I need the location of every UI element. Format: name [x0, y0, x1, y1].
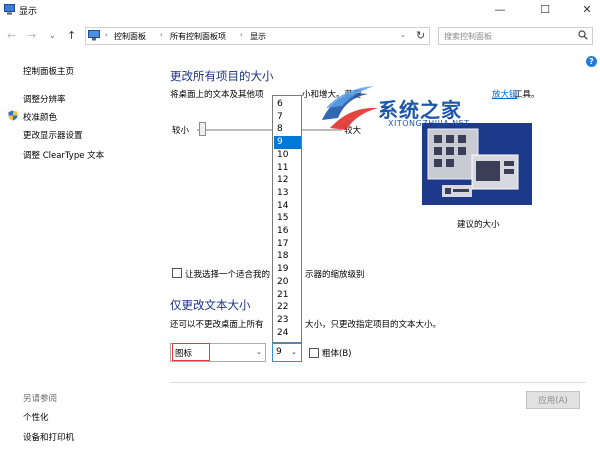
see-also-heading: 另请参阅 [23, 394, 58, 404]
watermark-subtext: XITONGZHIJIA.NET [388, 119, 470, 128]
minimize-button[interactable]: — [485, 0, 515, 20]
font-size-option[interactable]: 16 [274, 225, 301, 238]
font-size-option[interactable]: 10 [274, 149, 301, 162]
footer-divider [170, 382, 586, 383]
display-app-icon [4, 4, 15, 15]
breadcrumb-all-items[interactable]: 所有控制面板项 [170, 31, 226, 42]
custom-scaling-label-tail: 示器的缩放级别 [305, 270, 365, 280]
shield-icon [8, 110, 18, 121]
font-size-option[interactable]: 24 [274, 327, 301, 340]
font-size-option[interactable]: 22 [274, 301, 301, 314]
font-size-option[interactable]: 21 [274, 289, 301, 302]
bold-label: 粗体(B) [322, 349, 352, 359]
bold-checkbox[interactable] [309, 348, 319, 358]
text-size-description-tail: 大小，只更改指定项目的文本大小。 [305, 320, 442, 330]
font-size-option[interactable]: 9 [274, 136, 301, 149]
recent-locations-dropdown[interactable]: ⌄ [49, 31, 56, 40]
sidebar-item-devices-printers[interactable]: 设备和打印机 [23, 431, 74, 443]
font-size-option[interactable]: 11 [274, 162, 301, 175]
window-title: 显示 [19, 7, 38, 17]
size-slider-thumb[interactable] [199, 122, 206, 136]
breadcrumb-separator: › [160, 31, 163, 39]
text-size-description: 还可以不更改桌面上所有 [170, 320, 264, 330]
size-description: 将桌面上的文本及其他项 [170, 90, 264, 100]
sidebar-item-personalize[interactable]: 个性化 [23, 411, 49, 423]
chevron-down-icon[interactable]: ⌄ [256, 348, 262, 356]
search-placeholder: 搜索控制面板 [444, 32, 492, 41]
font-size-option[interactable]: 12 [274, 174, 301, 187]
maximize-button[interactable]: ☐ [530, 0, 560, 20]
search-icon[interactable] [578, 30, 588, 40]
sidebar-item-resolution[interactable]: 调整分辨率 [23, 93, 66, 105]
preview-label: 建议的大小 [457, 220, 500, 230]
refresh-icon[interactable]: ↻ [416, 29, 425, 42]
size-heading: 更改所有项目的大小 [170, 69, 274, 83]
font-size-dropdown-list[interactable]: 6 7 8 9 10 11 12 13 14 15 16 17 18 19 20 21 22 23 24 [272, 95, 302, 343]
font-size-option[interactable]: 6 [274, 98, 301, 111]
breadcrumb-control-panel[interactable]: 控制面板 [114, 31, 146, 42]
slider-small-label: 较小 [172, 126, 190, 136]
sidebar-item-calibrate[interactable]: 校准颜色 [23, 111, 57, 123]
font-size-option[interactable]: 14 [274, 200, 301, 213]
up-button[interactable]: ↑ [67, 29, 76, 42]
font-size-select-value: 9 [276, 347, 282, 357]
breadcrumb-separator: › [240, 31, 243, 39]
address-dropdown-icon[interactable]: ⌄ [400, 31, 406, 39]
custom-scaling-label: 让我选择一个适合我的 [185, 270, 271, 280]
font-size-option[interactable]: 7 [274, 111, 301, 124]
font-size-option[interactable]: 18 [274, 250, 301, 263]
watermark-logo [322, 86, 378, 130]
size-preview-image [422, 123, 532, 205]
apply-button[interactable]: 应用(A) [526, 391, 580, 409]
font-size-option[interactable]: 23 [274, 314, 301, 327]
chevron-down-icon[interactable]: ⌄ [291, 348, 297, 356]
back-button[interactable]: ← [7, 29, 16, 42]
item-select-value: 图标 [175, 349, 193, 359]
font-size-option[interactable]: 13 [274, 187, 301, 200]
font-size-option[interactable]: 19 [274, 263, 301, 276]
close-button[interactable]: ✕ [572, 0, 600, 20]
font-size-option[interactable]: 17 [274, 238, 301, 251]
font-size-option[interactable]: 15 [274, 212, 301, 225]
font-size-option[interactable]: 20 [274, 276, 301, 289]
text-size-heading: 仅更改文本大小 [170, 298, 251, 312]
help-icon[interactable]: ? [586, 56, 597, 67]
size-description-tail: 工具。 [514, 90, 540, 100]
font-size-option[interactable]: 8 [274, 123, 301, 136]
custom-scaling-checkbox[interactable] [172, 268, 182, 278]
sidebar-item-home[interactable]: 控制面板主页 [23, 65, 74, 77]
forward-button[interactable]: → [27, 29, 36, 42]
sidebar-item-cleartype[interactable]: 调整 ClearType 文本 [23, 149, 104, 161]
sidebar-item-display-settings[interactable]: 更改显示器设置 [23, 129, 83, 141]
breadcrumb-separator: › [105, 31, 108, 39]
breadcrumb-display[interactable]: 显示 [250, 31, 266, 42]
control-panel-icon [88, 30, 100, 41]
